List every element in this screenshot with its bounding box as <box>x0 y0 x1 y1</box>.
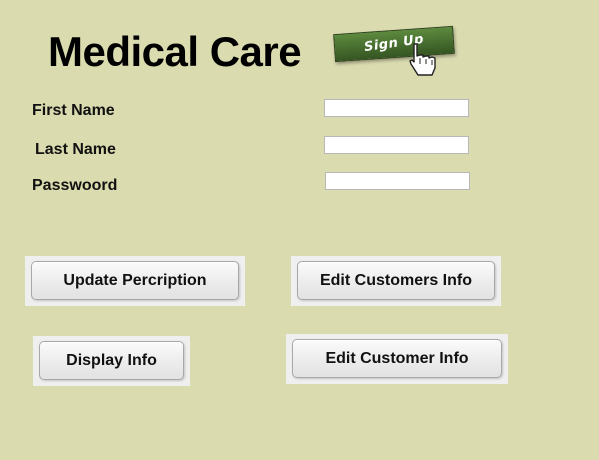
update-prescription-button[interactable]: Update Percription <box>31 261 239 300</box>
sign-up-button[interactable]: Sign Up <box>333 25 460 76</box>
last-name-field[interactable] <box>324 136 469 154</box>
password-field[interactable] <box>325 172 470 190</box>
display-info-button[interactable]: Display Info <box>39 341 184 380</box>
update-prescription-frame: Update Percription <box>25 256 245 306</box>
edit-customers-info-frame: Edit Customers Info <box>291 256 501 306</box>
first-name-field[interactable] <box>324 99 469 117</box>
edit-customer-info-button[interactable]: Edit Customer Info <box>292 339 502 378</box>
password-label: Passwoord <box>32 177 118 194</box>
last-name-label: Last Name <box>35 141 116 158</box>
edit-customers-info-button[interactable]: Edit Customers Info <box>297 261 495 300</box>
display-info-frame: Display Info <box>33 336 190 386</box>
edit-customer-info-frame: Edit Customer Info <box>286 334 508 384</box>
first-name-label: First Name <box>32 102 115 119</box>
hand-pointer-icon <box>409 43 436 76</box>
app-title: Medical Care <box>48 28 302 75</box>
